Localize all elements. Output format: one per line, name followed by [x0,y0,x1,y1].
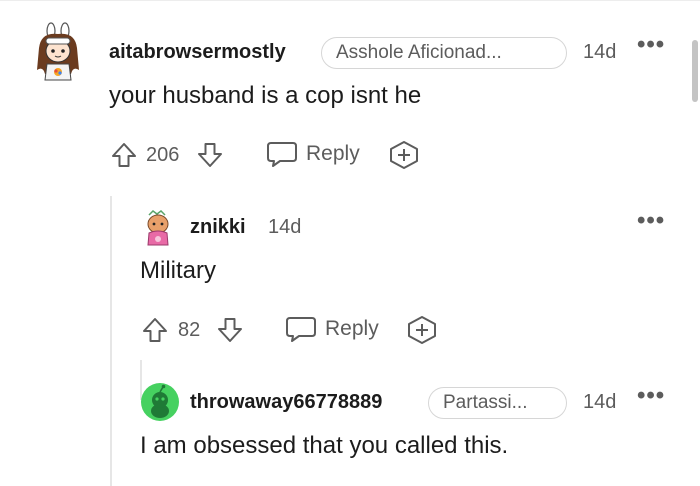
comment-timestamp[interactable]: 14d [583,391,616,414]
more-options-button[interactable]: ••• [637,384,665,408]
user-flair: Asshole Aficionad... [321,37,567,69]
reply-button[interactable]: Reply [285,315,379,343]
comment-bubble-icon [267,142,297,167]
comment-timestamp[interactable]: 14d [583,41,616,64]
user-flair: Partassi... [428,387,567,419]
award-plus-icon [390,141,418,169]
reply-button[interactable]: Reply [266,140,360,168]
comment-username[interactable]: throwaway66778889 [190,391,382,414]
more-options-button[interactable]: ••• [637,33,665,57]
reply-label: Reply [325,317,379,340]
avatar[interactable] [141,383,179,421]
avatar[interactable] [143,209,173,247]
downvote-button[interactable] [216,316,244,344]
reply-label: Reply [306,142,360,165]
comment-timestamp[interactable]: 14d [268,216,301,239]
more-icon: ••• [637,382,666,409]
more-icon: ••• [637,31,666,58]
award-plus-icon [408,316,436,344]
more-options-button[interactable]: ••• [637,209,665,233]
upvote-icon [112,143,136,167]
comment-body: Military [140,257,216,284]
scrollbar-thumb[interactable] [692,40,698,102]
award-button[interactable] [388,140,420,170]
thread-line[interactable] [110,196,112,486]
vote-count: 82 [178,319,201,341]
top-divider [0,0,700,1]
avatar-illustration [147,210,169,246]
comment-username[interactable]: znikki [190,216,246,239]
upvote-icon [143,318,167,342]
vote-count: 206 [146,144,180,166]
avatar-illustration [141,383,179,421]
award-button[interactable] [406,315,438,345]
comment-body: I am obsessed that you called this. [140,432,509,459]
downvote-icon [198,143,222,167]
upvote-button[interactable] [141,316,169,344]
comment-body: your husband is a cop isnt he [109,82,422,109]
comment-bubble-icon [286,317,316,342]
downvote-icon [218,318,242,342]
more-icon: ••• [637,207,666,234]
avatar-illustration [37,22,79,81]
avatar[interactable] [33,22,83,84]
downvote-button[interactable] [196,141,224,169]
comment-username[interactable]: aitabrowsermostly [109,41,286,64]
upvote-button[interactable] [110,141,138,169]
